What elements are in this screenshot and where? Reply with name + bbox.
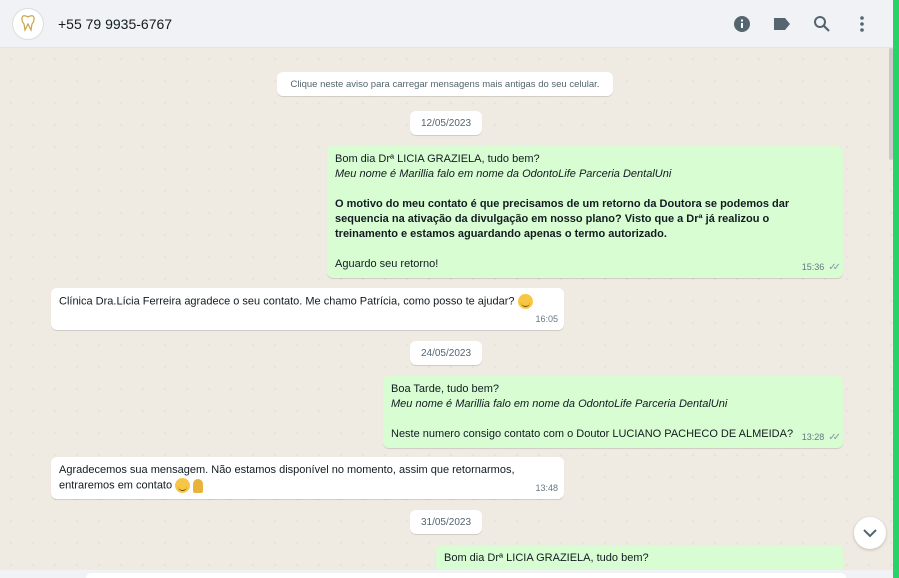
message-time: 13:48 xyxy=(535,483,558,493)
date-divider: 31/05/2023 xyxy=(410,510,482,534)
chevron-down-icon xyxy=(863,528,877,537)
contact-name[interactable]: +55 79 9935-6767 xyxy=(58,16,172,32)
scrollbar[interactable] xyxy=(889,48,893,160)
contact-avatar[interactable] xyxy=(12,7,44,40)
info-icon[interactable] xyxy=(731,13,753,35)
message-time: 16:05 xyxy=(535,314,558,324)
message-incoming[interactable]: Agradecemos sua mensagem. Não estamos di… xyxy=(51,457,564,499)
message-time: 15:36 xyxy=(801,262,825,272)
menu-icon[interactable] xyxy=(851,13,873,35)
message-text: Agradecemos sua mensagem. Não estamos di… xyxy=(59,464,515,492)
smile-emoji-icon xyxy=(517,294,533,309)
load-older-messages-notice[interactable]: Clique neste aviso para carregar mensage… xyxy=(277,72,613,96)
pray-emoji-icon xyxy=(193,478,204,493)
message-text: Clínica Dra.Lícia Ferreira agradece o se… xyxy=(59,295,515,308)
double-check-icon: ✓✓ xyxy=(828,262,841,273)
chat-header: +55 79 9935-6767 xyxy=(0,0,893,48)
message-incoming[interactable]: Clínica Dra.Lícia Ferreira agradece o se… xyxy=(51,288,564,330)
date-divider: 24/05/2023 xyxy=(410,341,482,365)
message-line: Bom dia Drª LICIA GRAZIELA, tudo bem? xyxy=(444,552,649,564)
label-icon[interactable] xyxy=(771,13,793,35)
message-line: Neste numero consigo contato com o Douto… xyxy=(391,428,794,440)
window-edge xyxy=(893,0,899,578)
message-outgoing[interactable]: Bom dia Drª LICIA GRAZIELA, tudo bem? Me… xyxy=(327,146,843,278)
message-outgoing[interactable]: Boa Tarde, tudo bem? Meu nome é Marillia… xyxy=(383,376,843,448)
double-check-icon: ✓✓ xyxy=(828,432,841,443)
message-line: Bom dia Drª LICIA GRAZIELA, tudo bem? xyxy=(335,153,540,165)
message-line: Aguardo seu retorno! xyxy=(335,258,439,270)
clinic-logo xyxy=(21,14,35,32)
scroll-to-bottom-button[interactable] xyxy=(854,517,886,549)
date-divider: 12/05/2023 xyxy=(410,111,482,135)
message-input[interactable] xyxy=(86,573,846,578)
message-time: 13:28 xyxy=(801,432,825,442)
search-icon[interactable] xyxy=(811,13,833,35)
message-line: O motivo do meu contato é que precisamos… xyxy=(335,198,790,240)
message-line: Meu nome é Marillia falo em nome da Odon… xyxy=(391,398,728,410)
grin-emoji-icon xyxy=(175,478,191,493)
message-line: Boa Tarde, tudo bem? xyxy=(391,383,500,395)
message-line: Meu nome é Marillia falo em nome da Odon… xyxy=(335,168,672,180)
